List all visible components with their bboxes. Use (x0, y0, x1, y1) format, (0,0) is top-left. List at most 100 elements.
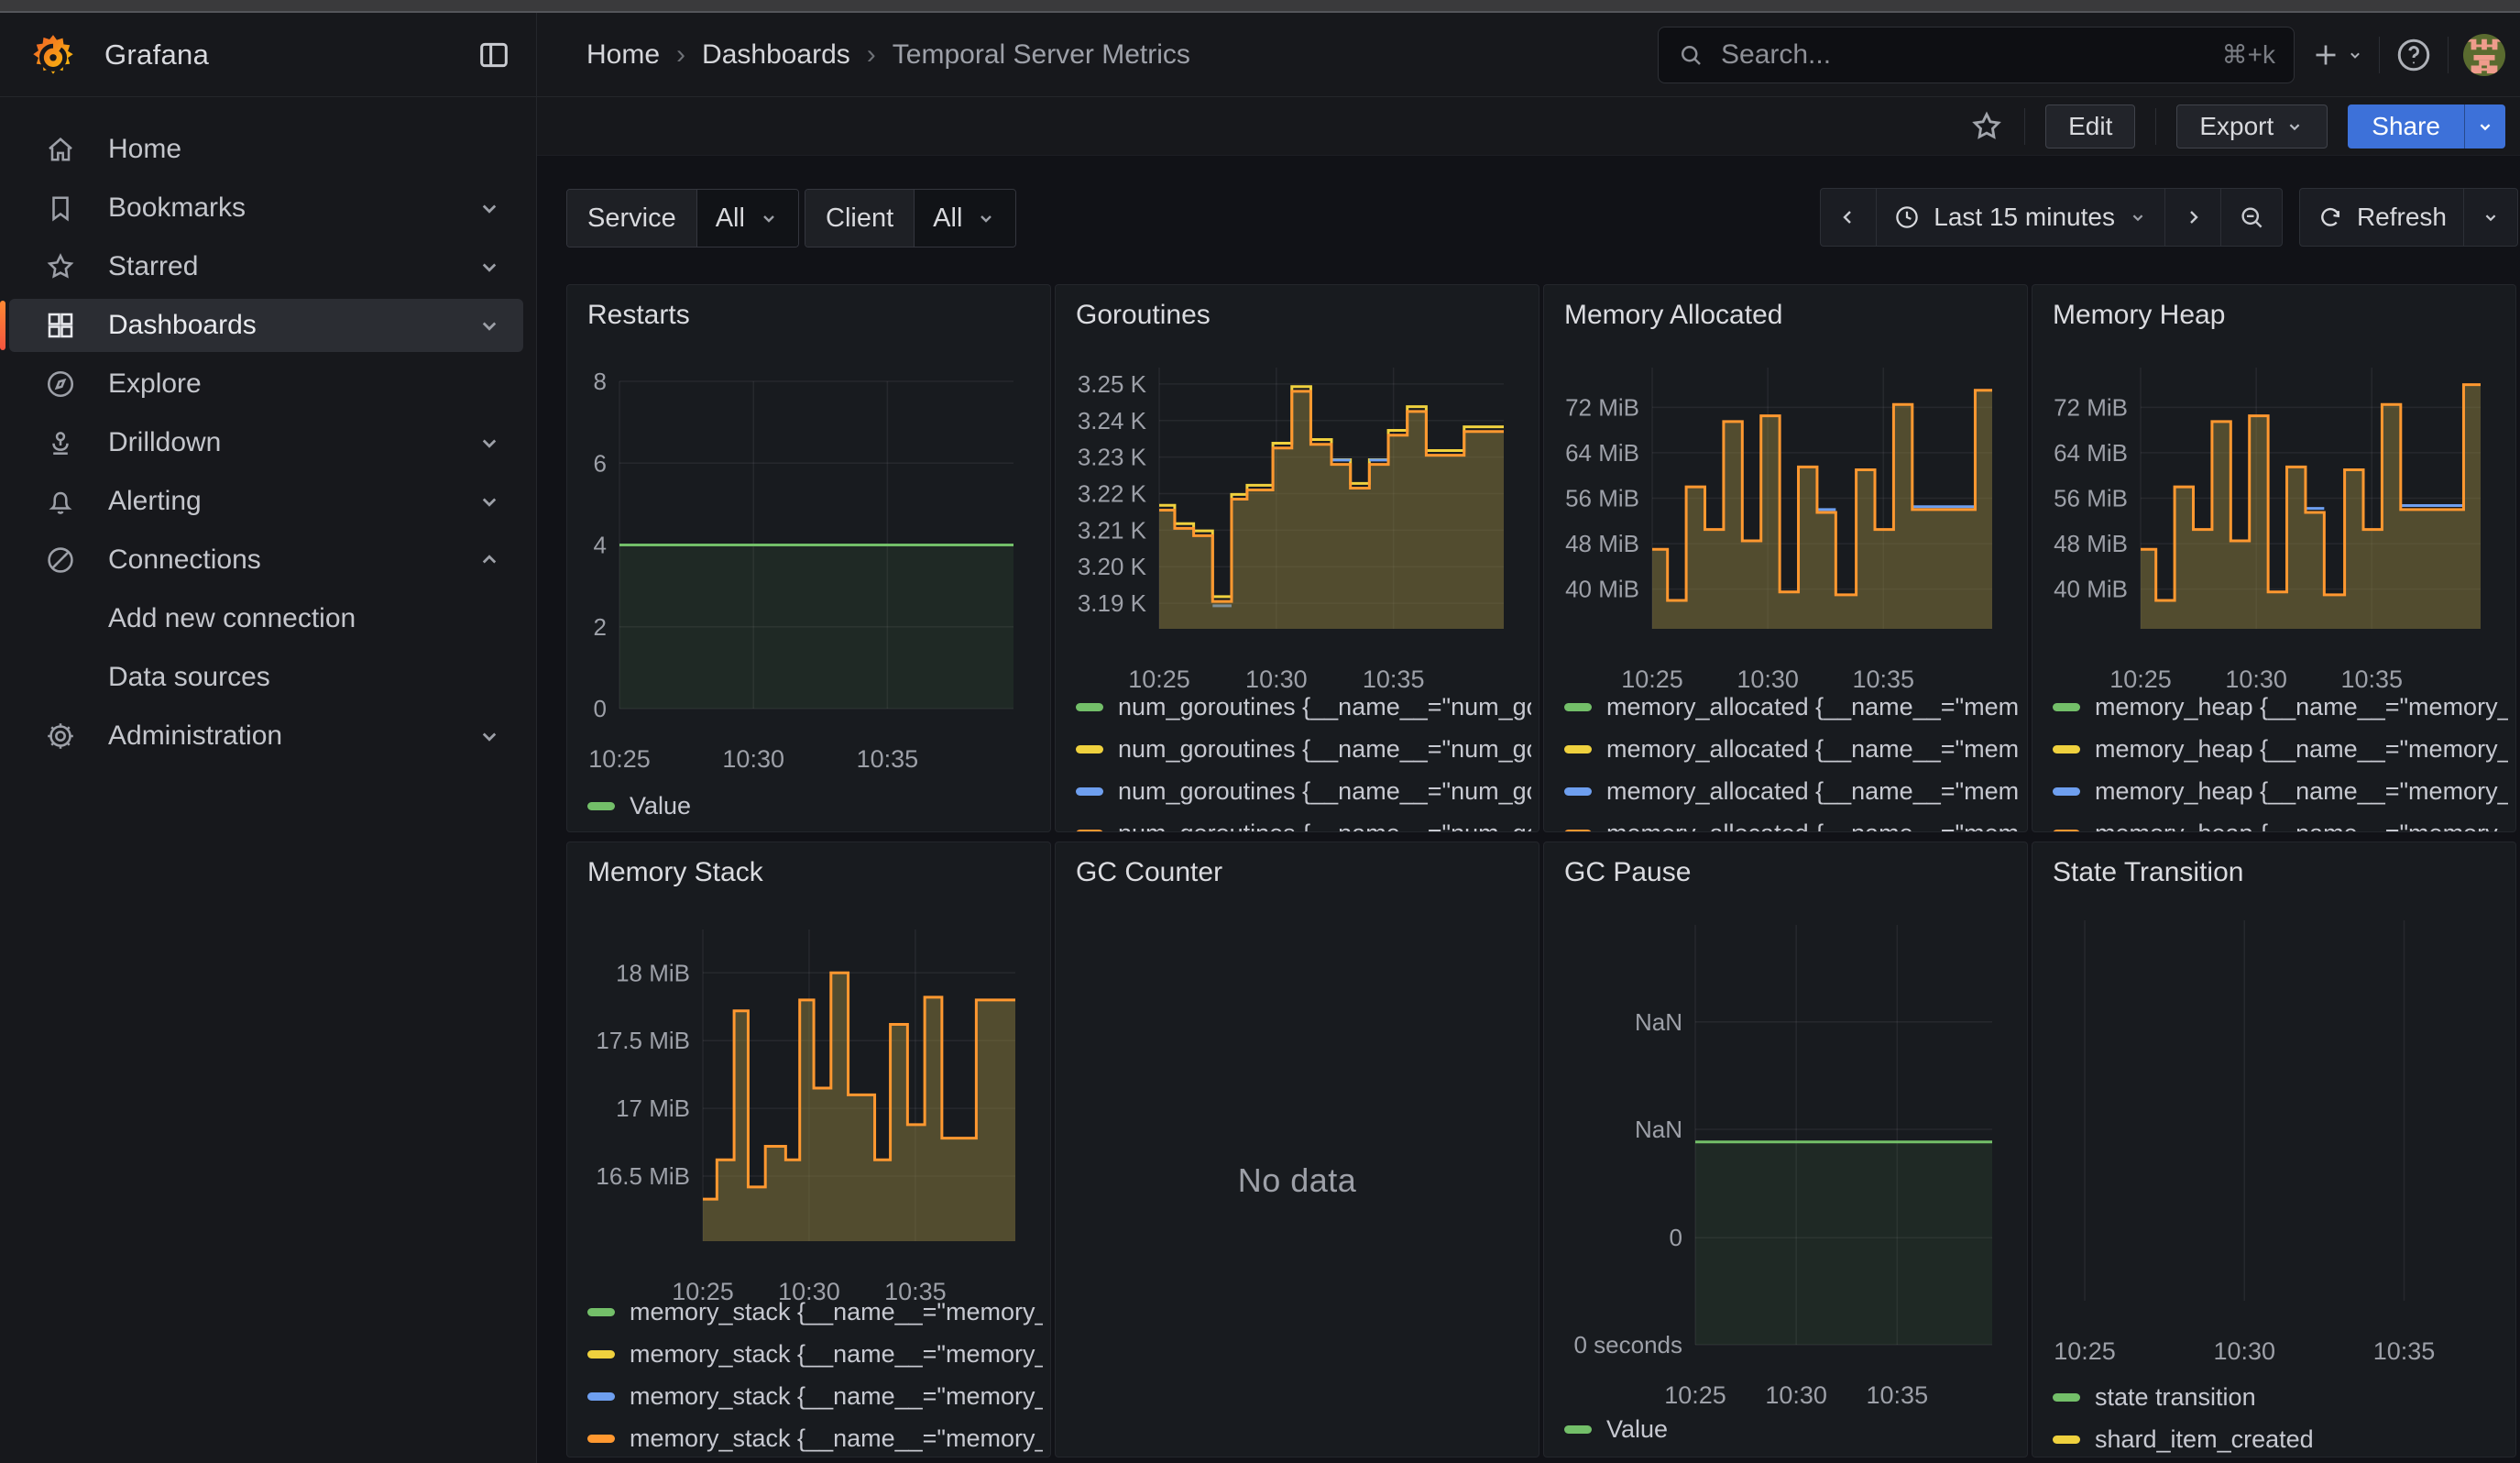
share-button[interactable]: Share (2348, 104, 2464, 148)
apps-icon (44, 309, 77, 342)
sidebar-item-alerting[interactable]: Alerting (9, 475, 523, 528)
chevron-up-icon[interactable] (476, 546, 503, 574)
breadcrumb-dashboards[interactable]: Dashboards (702, 39, 850, 71)
sidebar-item-label: Home (108, 134, 181, 165)
chevron-down-icon[interactable] (476, 722, 503, 750)
svg-text:10:30: 10:30 (1765, 1381, 1827, 1409)
help-button[interactable] (2394, 36, 2433, 74)
svg-text:3.21 K: 3.21 K (1078, 516, 1147, 544)
legend-item[interactable]: memory_heap {__name__="memory_h (2053, 815, 2508, 832)
svg-text:72 MiB: 72 MiB (2054, 393, 2128, 421)
svg-text:72 MiB: 72 MiB (1565, 393, 1639, 421)
legend-item[interactable]: num_goroutines {__name__="num_go (1076, 688, 1531, 725)
share-menu-button[interactable] (2464, 104, 2505, 148)
sidebar-item-administration[interactable]: Administration (9, 710, 523, 763)
sidebar-item-label: Drilldown (108, 427, 221, 458)
sidebar-item-starred[interactable]: Starred (9, 240, 523, 293)
sidebar-item-home[interactable]: Home (9, 123, 523, 176)
add-new-button[interactable] (2309, 38, 2364, 72)
sidebar-item-drilldown[interactable]: Drilldown (9, 416, 523, 469)
chevron-down-icon[interactable] (476, 194, 503, 222)
sidebar-item-bookmarks[interactable]: Bookmarks (9, 182, 523, 235)
legend-color-chip (2053, 830, 2080, 833)
sidebar-item-data-sources[interactable]: Data sources (9, 651, 523, 704)
panel-title[interactable]: GC Counter (1076, 857, 1222, 888)
sidebar-item-dashboards[interactable]: Dashboards (9, 299, 523, 352)
svg-text:10:25: 10:25 (588, 745, 651, 773)
window-titlebar-strip (0, 0, 2520, 13)
legend-color-chip (1076, 787, 1103, 796)
legend-color-chip (2053, 745, 2080, 754)
legend-color-chip (2053, 703, 2080, 711)
top-bar: Grafana Home › Dashboards › Temporal Ser… (0, 13, 2520, 97)
legend-item[interactable]: memory_allocated {__name__="memo (1564, 773, 2020, 809)
legend-item[interactable]: memory_stack {__name__="memory_s (587, 1336, 1043, 1372)
breadcrumb-home[interactable]: Home (586, 39, 660, 71)
legend-item[interactable]: memory_stack {__name__="memory_s (587, 1378, 1043, 1414)
sidebar-item-add-new-connection[interactable]: Add new connection (9, 592, 523, 645)
sidebar-item-connections[interactable]: Connections (9, 534, 523, 587)
export-button[interactable]: Export (2176, 104, 2328, 148)
dashboard-actions-row: Edit Export Share (537, 97, 2520, 156)
bell-icon (44, 485, 77, 518)
chevron-down-icon[interactable] (476, 488, 503, 515)
favorite-star-icon[interactable] (1969, 109, 2004, 144)
edit-button[interactable]: Edit (2045, 104, 2135, 148)
legend-color-chip (1076, 745, 1103, 754)
svg-text:64 MiB: 64 MiB (1565, 439, 1639, 467)
restarts-chart[interactable]: 8642010:2510:3010:35 (567, 285, 1050, 831)
legend-item[interactable]: memory_heap {__name__="memory_h (2053, 731, 2508, 767)
legend-item[interactable]: memory_allocated {__name__="memo (1564, 688, 2020, 725)
svg-text:10:30: 10:30 (2213, 1337, 2275, 1365)
legend-item[interactable]: Value (1564, 1411, 2020, 1447)
chevron-down-icon[interactable] (476, 429, 503, 456)
legend-item[interactable]: Value (587, 787, 1043, 824)
legend-color-chip (1076, 703, 1103, 711)
legend-item[interactable]: memory_allocated {__name__="memo (1564, 731, 2020, 767)
legend-item[interactable]: memory_heap {__name__="memory_h (2053, 773, 2508, 809)
legend-color-chip (2053, 787, 2080, 796)
svg-text:2: 2 (594, 613, 607, 641)
sidebar-item-explore[interactable]: Explore (9, 358, 523, 411)
svg-text:17 MiB: 17 MiB (616, 1094, 690, 1122)
legend-item[interactable]: num_goroutines {__name__="num_go (1076, 731, 1531, 767)
legend-color-chip (1564, 1425, 1592, 1434)
legend-item[interactable]: num_goroutines {__name__="num_go (1076, 815, 1531, 832)
legend-label: memory_allocated {__name__="memo (1606, 735, 2020, 764)
svg-text:64 MiB: 64 MiB (2054, 439, 2128, 467)
legend-item[interactable]: memory_stack {__name__="memory_s (587, 1420, 1043, 1457)
panel-state_transition: State Transition10:2510:3010:35state tra… (2032, 842, 2516, 1458)
user-avatar[interactable] (2463, 34, 2505, 76)
chevron-down-icon (2475, 116, 2495, 137)
chevron-down-icon[interactable] (476, 312, 503, 339)
selected-accent-bar (0, 301, 5, 350)
svg-text:3.23 K: 3.23 K (1078, 444, 1147, 471)
legend-item[interactable]: memory_allocated {__name__="memo (1564, 815, 2020, 832)
breadcrumb-separator: › (867, 39, 876, 71)
sidebar-item-label: Connections (108, 544, 261, 576)
chevron-down-icon (2346, 46, 2364, 64)
legend-label: memory_heap {__name__="memory_h (2095, 693, 2508, 721)
topbar-actions: ⌘+k (1658, 13, 2505, 96)
gc_pause-chart[interactable]: NaNNaN00 seconds10:2510:3010:35 (1544, 842, 2027, 1457)
svg-text:0: 0 (594, 695, 607, 722)
dock-sidebar-icon[interactable] (476, 37, 512, 73)
legend-label: state transition (2095, 1383, 2256, 1412)
legend-label: memory_heap {__name__="memory_h (2095, 820, 2508, 833)
search-input-wrapper[interactable]: ⌘+k (1658, 27, 2295, 83)
search-input[interactable] (1719, 38, 2222, 72)
svg-text:8: 8 (594, 368, 607, 395)
topbar-divider (2379, 37, 2380, 73)
legend-item[interactable]: memory_stack {__name__="memory_s (587, 1293, 1043, 1330)
legend-color-chip (2053, 1436, 2080, 1444)
legend-item[interactable]: state transition (2053, 1379, 2508, 1415)
share-button-group: Share (2348, 104, 2505, 148)
chevron-down-icon[interactable] (476, 253, 503, 280)
legend-item[interactable]: num_goroutines {__name__="num_go (1076, 773, 1531, 809)
legend-label: num_goroutines {__name__="num_go (1118, 777, 1531, 806)
legend-item[interactable]: shard_item_created (2053, 1421, 2508, 1458)
state_transition-chart[interactable]: 10:2510:3010:35 (2032, 842, 2515, 1457)
legend-item[interactable]: memory_heap {__name__="memory_h (2053, 688, 2508, 725)
breadcrumb-current: Temporal Server Metrics (893, 39, 1190, 71)
legend-label: memory_heap {__name__="memory_h (2095, 735, 2508, 764)
